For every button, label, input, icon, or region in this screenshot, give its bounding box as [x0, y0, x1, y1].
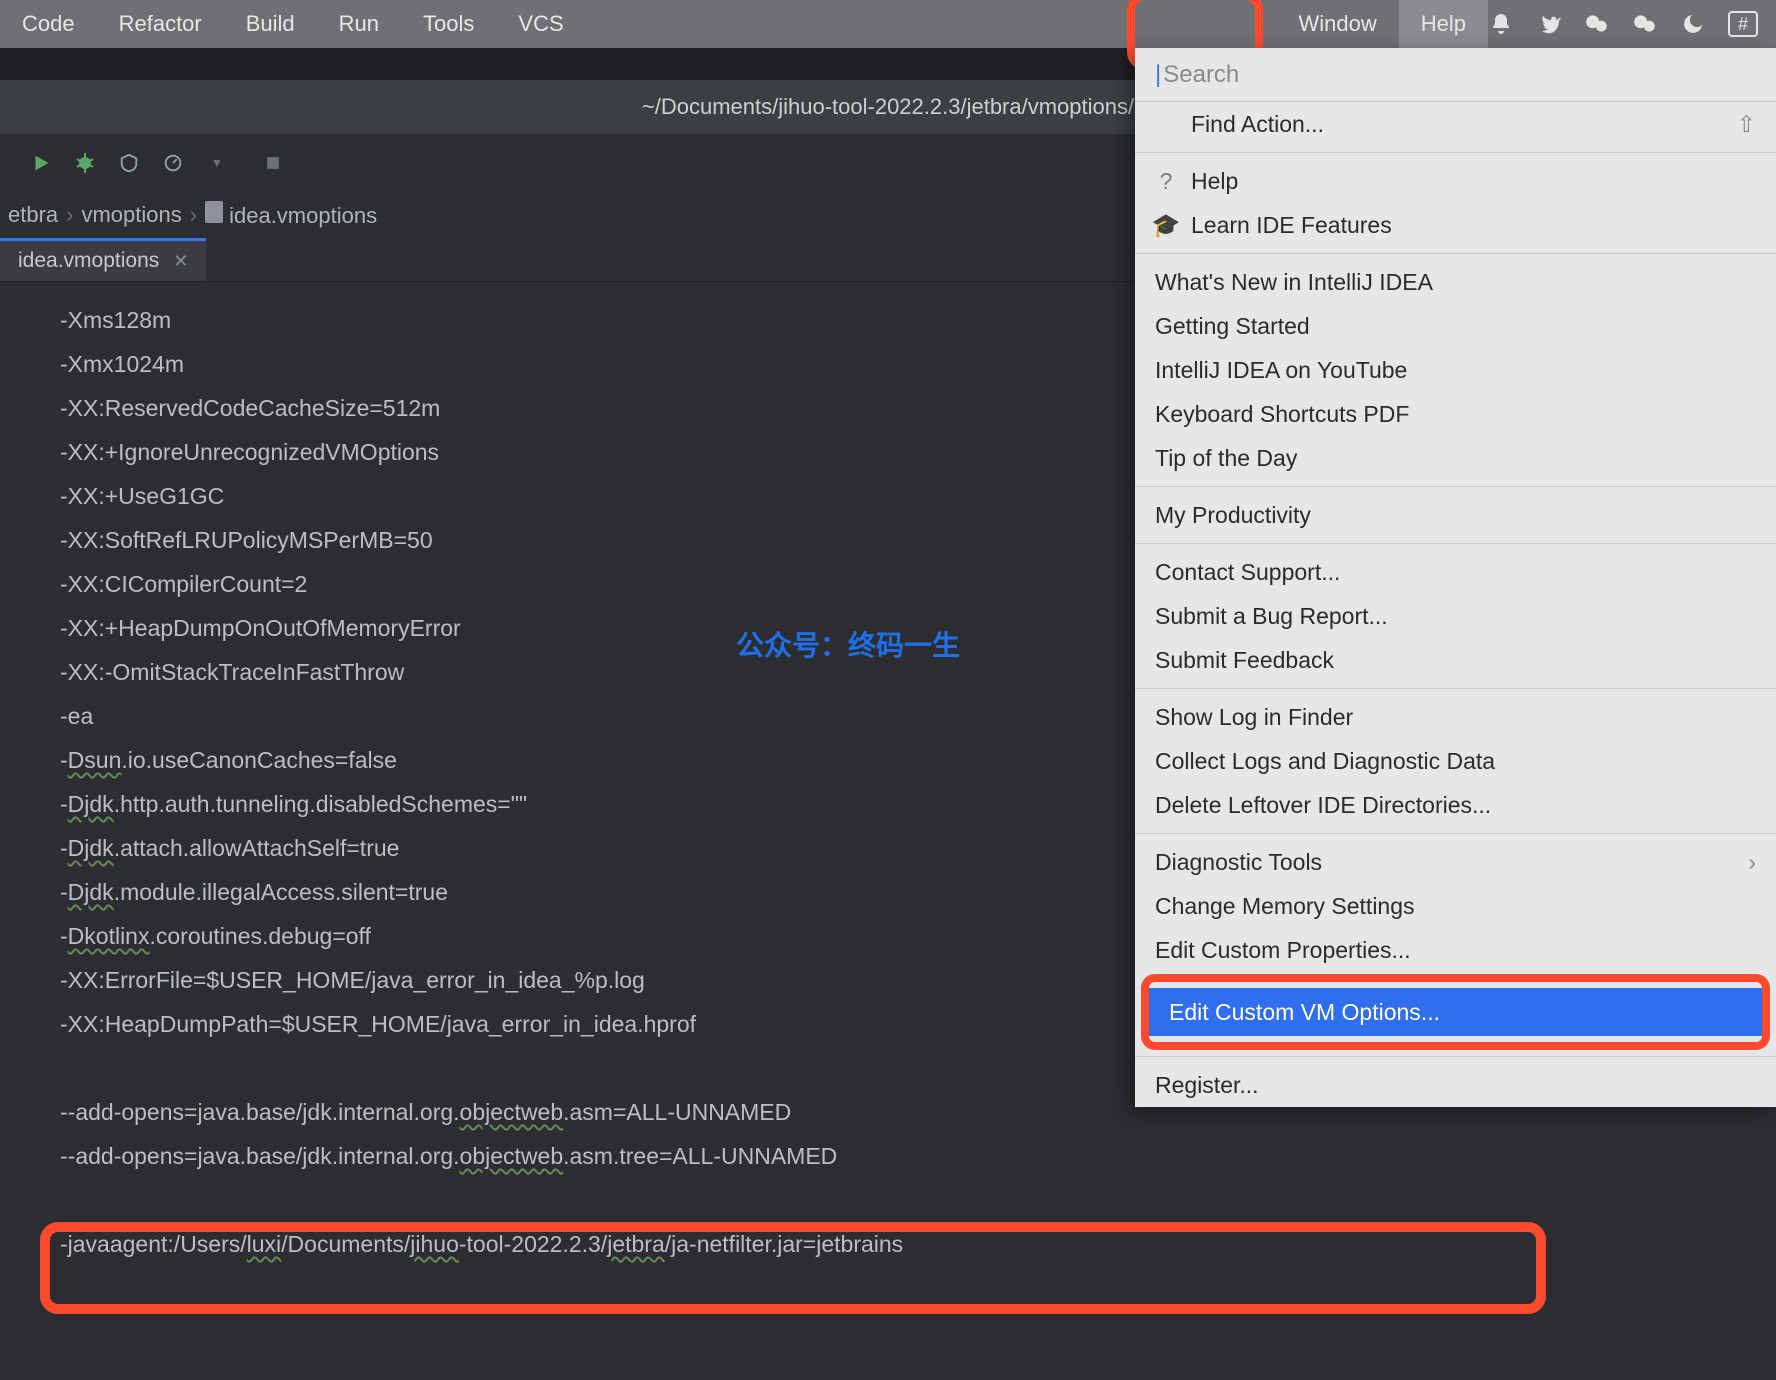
menu-help[interactable]: Help — [1399, 0, 1488, 48]
help-menu-item[interactable]: Collect Logs and Diagnostic Data — [1135, 739, 1776, 783]
help-menu-item[interactable]: Diagnostic Tools› — [1135, 840, 1776, 884]
edit-vm-options-highlight: Edit Custom VM Options... — [1141, 974, 1770, 1050]
help-menu-item[interactable]: ?Help — [1135, 159, 1776, 203]
menu-window[interactable]: Window — [1277, 0, 1399, 48]
bell-icon[interactable] — [1488, 11, 1514, 37]
breadcrumb-seg-1[interactable]: vmoptions — [81, 202, 181, 228]
chevron-right-icon: › — [190, 202, 197, 228]
coverage-icon[interactable] — [116, 150, 142, 176]
titlebar-path-text: ~/Documents/jihuo-tool-2022.2.3/jetbra/v… — [642, 94, 1134, 120]
tab-label: idea.vmoptions — [18, 249, 159, 273]
menu-build[interactable]: Build — [224, 0, 317, 48]
chevron-right-icon: › — [66, 202, 73, 228]
help-menu-edit-custom-vm-options[interactable]: Edit Custom VM Options... — [1149, 988, 1762, 1036]
help-menu-item[interactable]: My Productivity — [1135, 493, 1776, 537]
menu-tools[interactable]: Tools — [401, 0, 496, 48]
menubar-tray: # — [1488, 11, 1776, 37]
help-menu-item[interactable]: Change Memory Settings — [1135, 884, 1776, 928]
menu-item-icon: 🎓 — [1155, 212, 1177, 239]
menu-refactor[interactable]: Refactor — [97, 0, 224, 48]
watermark-text: 公众号：终码一生 — [736, 624, 960, 668]
moon-icon[interactable] — [1680, 11, 1706, 37]
help-menu-item[interactable]: Edit Custom Properties... — [1135, 928, 1776, 972]
menu-code[interactable]: Code — [0, 0, 97, 48]
breadcrumb-file[interactable]: idea.vmoptions — [205, 201, 377, 229]
shortcut-icon: ⇧ — [1737, 111, 1756, 138]
help-dropdown: |Search Find Action...⇧ ?Help🎓Learn IDE F… — [1135, 48, 1776, 1107]
help-menu-item[interactable]: Tip of the Day — [1135, 436, 1776, 480]
help-menu-item[interactable]: Delete Leftover IDE Directories... — [1135, 783, 1776, 827]
menubar-left: Code Refactor Build Run Tools VCS — [0, 0, 586, 48]
debug-icon[interactable] — [72, 150, 98, 176]
help-menu-item[interactable]: What's New in IntelliJ IDEA — [1135, 260, 1776, 304]
editor-line — [60, 1178, 1776, 1222]
help-menu-item[interactable]: Keyboard Shortcuts PDF — [1135, 392, 1776, 436]
grid-icon[interactable]: # — [1728, 11, 1758, 37]
tab-idea-vmoptions[interactable]: idea.vmoptions ✕ — [0, 238, 206, 281]
help-menu-item[interactable]: Show Log in Finder — [1135, 695, 1776, 739]
help-menu-item[interactable]: 🎓Learn IDE Features — [1135, 203, 1776, 247]
help-menu-item[interactable]: Register... — [1135, 1063, 1776, 1107]
editor-line: -javaagent:/Users/luxi/Documents/jihuo-t… — [60, 1222, 1776, 1266]
help-menu-item[interactable]: Submit a Bug Report... — [1135, 594, 1776, 638]
profile-icon[interactable] — [160, 150, 186, 176]
profile-dropdown-icon[interactable]: ▼ — [204, 150, 230, 176]
help-menu-item[interactable]: IntelliJ IDEA on YouTube — [1135, 348, 1776, 392]
editor-line: --add-opens=java.base/jdk.internal.org.o… — [60, 1134, 1776, 1178]
wechat-icon[interactable] — [1584, 11, 1610, 37]
help-menu-item[interactable]: Submit Feedback — [1135, 638, 1776, 682]
breadcrumb-seg-0[interactable]: etbra — [8, 202, 58, 228]
help-search-input[interactable]: |Search — [1135, 48, 1776, 102]
menubar-right: Window Help — [1277, 0, 1489, 48]
help-menu-item[interactable]: Contact Support... — [1135, 550, 1776, 594]
bird-icon[interactable] — [1536, 11, 1562, 37]
help-menu-item[interactable]: Getting Started — [1135, 304, 1776, 348]
menu-run[interactable]: Run — [317, 0, 401, 48]
chevron-right-icon: › — [1748, 849, 1756, 876]
help-menu-item[interactable]: Find Action...⇧ — [1135, 102, 1776, 146]
menu-item-icon: ? — [1155, 168, 1177, 195]
run-icon[interactable] — [28, 150, 54, 176]
stop-icon[interactable] — [260, 150, 286, 176]
close-icon[interactable]: ✕ — [173, 251, 188, 272]
wechat2-icon[interactable] — [1632, 11, 1658, 37]
file-icon — [205, 201, 223, 223]
menubar: Code Refactor Build Run Tools VCS Window… — [0, 0, 1776, 48]
menu-vcs[interactable]: VCS — [496, 0, 585, 48]
